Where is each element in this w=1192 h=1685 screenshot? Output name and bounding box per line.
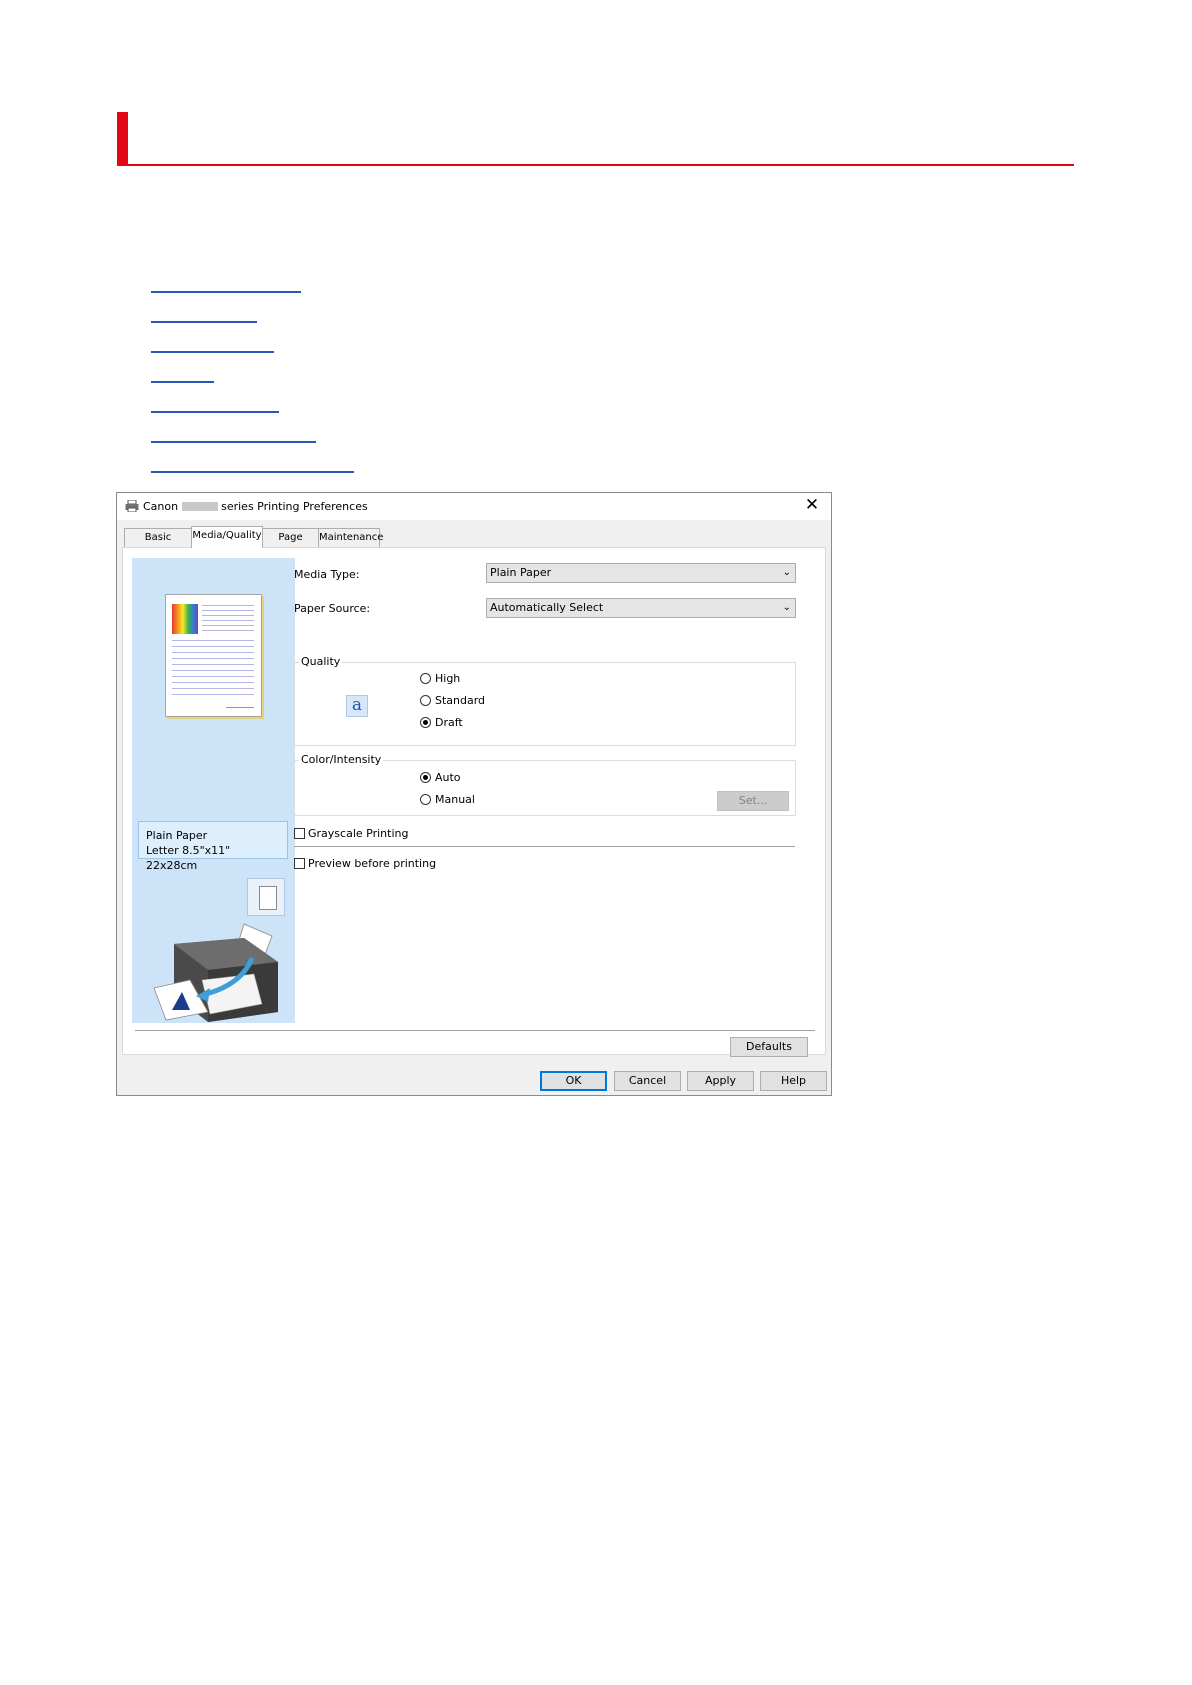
close-icon[interactable]: ✕: [803, 496, 821, 514]
quality-draft-radio[interactable]: [420, 717, 431, 728]
paper-source-select[interactable]: Automatically Select ⌄: [486, 598, 796, 618]
media-type-value: Plain Paper: [490, 566, 552, 579]
divider: [135, 1030, 815, 1031]
ok-button[interactable]: OK: [540, 1071, 607, 1091]
settings-preview: Plain Paper Letter 8.5"x11" 22x28cm: [132, 558, 295, 1023]
media-type-select[interactable]: Plain Paper ⌄: [486, 563, 796, 583]
paper-source-value: Automatically Select: [490, 601, 604, 614]
quality-standard-label[interactable]: Standard: [435, 694, 485, 707]
quality-standard-radio[interactable]: [420, 695, 431, 706]
quality-icon: a: [346, 695, 368, 717]
apply-button[interactable]: Apply: [687, 1071, 754, 1091]
color-auto-label[interactable]: Auto: [435, 771, 461, 784]
heading-rule: [117, 164, 1074, 166]
paper-source-label: Paper Source:: [294, 602, 371, 615]
tab-page-setup[interactable]: Page Setup: [262, 528, 319, 561]
grayscale-checkbox[interactable]: [294, 828, 305, 839]
page-preview-thumbnail: [165, 594, 262, 717]
media-type-label: Media Type:: [294, 568, 360, 581]
quality-group: Quality a High Standard Draft: [294, 656, 796, 746]
quality-draft-label[interactable]: Draft: [435, 716, 463, 729]
printing-preferences-dialog: Canon series Printing Preferences ✕ Basi…: [116, 492, 832, 1096]
printer-illustration-icon: [153, 923, 278, 1022]
color-intensity-group-title: Color/Intensity: [299, 753, 384, 766]
tab-basic-settings[interactable]: Basic Settings: [124, 528, 192, 561]
heading-accent-bar: [117, 112, 128, 165]
portrait-orientation-icon: [247, 878, 285, 916]
defaults-button[interactable]: Defaults: [730, 1037, 808, 1057]
color-swatch: [172, 604, 198, 634]
color-auto-radio[interactable]: [420, 772, 431, 783]
printer-icon: [125, 500, 139, 512]
chevron-down-icon: ⌄: [782, 602, 791, 613]
tab-maintenance[interactable]: Maintenance: [318, 528, 383, 547]
color-set-button[interactable]: Set...: [717, 791, 789, 811]
window-title: Canon series Printing Preferences: [143, 500, 368, 513]
quality-high-radio[interactable]: [420, 673, 431, 684]
color-intensity-group: Color/Intensity Auto Manual Set...: [294, 754, 796, 816]
tab-media-quality[interactable]: Media/Quality: [191, 526, 263, 548]
paper-info-box: Plain Paper Letter 8.5"x11" 22x28cm: [138, 821, 288, 872]
preview-before-printing-checkbox[interactable]: [294, 858, 305, 869]
chevron-down-icon: ⌄: [782, 567, 791, 578]
quality-group-title: Quality: [299, 655, 343, 668]
preview-before-printing-label[interactable]: Preview before printing: [308, 857, 436, 870]
quality-high-label[interactable]: High: [435, 672, 460, 685]
paper-type-text: Plain Paper: [146, 829, 208, 842]
divider: [294, 846, 795, 847]
grayscale-label[interactable]: Grayscale Printing: [308, 827, 408, 840]
title-bar[interactable]: Canon series Printing Preferences ✕: [117, 493, 831, 520]
cancel-button[interactable]: Cancel: [614, 1071, 681, 1091]
paper-size-text: Letter 8.5"x11" 22x28cm: [146, 844, 231, 872]
color-manual-radio[interactable]: [420, 794, 431, 805]
redacted-model-name: [181, 502, 218, 511]
media-quality-panel: Plain Paper Letter 8.5"x11" 22x28cm Medi…: [122, 547, 826, 1057]
help-button[interactable]: Help: [760, 1071, 827, 1091]
color-manual-label[interactable]: Manual: [435, 793, 475, 806]
